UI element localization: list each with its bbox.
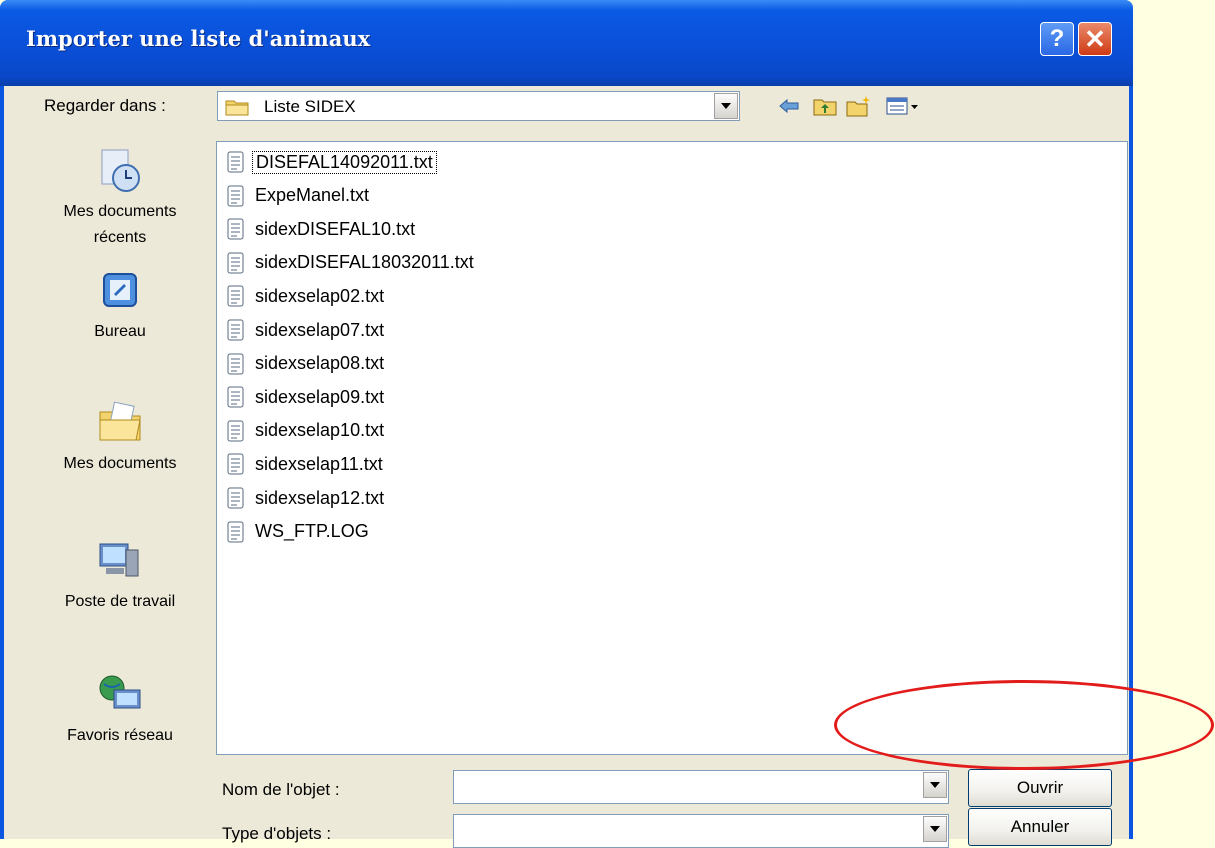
dialog-window: Importer une liste d'animaux ? ✕ Regarde… xyxy=(0,0,1133,848)
lookin-label: Regarder dans : xyxy=(44,96,166,115)
file-item[interactable]: sidexselap11.txt xyxy=(227,448,386,480)
new-folder-icon[interactable] xyxy=(846,94,872,118)
text-file-icon xyxy=(227,521,244,543)
text-file-icon xyxy=(227,487,244,509)
place-desktop[interactable]: Bureau xyxy=(40,266,200,345)
open-button[interactable]: Ouvrir xyxy=(968,769,1112,807)
place-my-computer[interactable]: Poste de travail xyxy=(40,536,200,615)
file-name: DISEFAL14092011.txt xyxy=(252,150,437,174)
lookin-value: Liste SIDEX xyxy=(264,97,356,116)
file-list[interactable]: DISEFAL14092011.txt ExpeManel.txt sidexDIS… xyxy=(216,141,1128,755)
text-file-icon xyxy=(227,285,244,307)
text-file-icon xyxy=(227,453,244,475)
place-label: Favoris réseau xyxy=(67,727,173,744)
file-item[interactable]: ExpeManel.txt xyxy=(227,180,372,212)
my-documents-icon xyxy=(99,401,141,441)
file-name: sidexselap10.txt xyxy=(255,420,385,441)
file-item[interactable]: sidexselap08.txt xyxy=(227,348,387,380)
filename-dropdown-button[interactable] xyxy=(923,772,947,798)
network-places-icon xyxy=(99,675,141,709)
filetype-field[interactable] xyxy=(453,814,949,848)
places-bar: Mes documents récents Bureau Mes documen… xyxy=(40,136,200,836)
file-name: sidexDISEFAL18032011.txt xyxy=(255,252,474,273)
filetype-select[interactable] xyxy=(458,819,922,845)
file-item[interactable]: sidexDISEFAL10.txt xyxy=(227,213,418,245)
place-label: Bureau xyxy=(94,323,146,340)
filetype-label: Type d'objets : xyxy=(222,824,332,843)
file-item[interactable]: WS_FTP.LOG xyxy=(227,516,372,548)
filetype-dropdown-button[interactable] xyxy=(923,816,947,842)
close-button[interactable]: ✕ xyxy=(1078,22,1112,56)
text-file-icon xyxy=(227,319,244,341)
text-file-icon xyxy=(227,353,244,375)
filename-input[interactable] xyxy=(458,775,922,801)
cancel-button[interactable]: Annuler xyxy=(968,808,1112,846)
file-item[interactable]: sidexselap07.txt xyxy=(227,314,387,346)
text-file-icon xyxy=(227,420,244,442)
text-file-icon xyxy=(227,218,244,240)
filename-field[interactable] xyxy=(453,770,949,804)
text-file-icon xyxy=(227,252,244,274)
lookin-combo[interactable]: Liste SIDEX xyxy=(217,91,740,121)
file-name: sidexselap09.txt xyxy=(255,386,385,407)
file-item[interactable]: sidexselap12.txt xyxy=(227,482,387,514)
dialog-title: Importer une liste d'animaux xyxy=(26,26,371,51)
dialog-body: Regarder dans : Liste SIDEX Mes document… xyxy=(4,86,1129,848)
place-network[interactable]: Favoris réseau xyxy=(40,670,200,749)
file-item[interactable]: DISEFAL14092011.txt xyxy=(227,146,437,178)
file-name: WS_FTP.LOG xyxy=(255,521,369,542)
text-file-icon xyxy=(227,185,244,207)
desktop-icon xyxy=(103,273,137,307)
text-file-icon xyxy=(227,151,244,173)
file-item[interactable]: sidexselap10.txt xyxy=(227,415,387,447)
place-label: Mes documents récents xyxy=(63,203,177,246)
file-name: sidexDISEFAL10.txt xyxy=(255,218,416,239)
lookin-dropdown-button[interactable] xyxy=(714,93,738,119)
folder-icon xyxy=(225,100,249,116)
file-item[interactable]: sidexDISEFAL18032011.txt xyxy=(227,247,477,279)
recent-documents-icon xyxy=(101,149,140,192)
back-arrow-icon[interactable] xyxy=(776,94,802,118)
place-my-documents[interactable]: Mes documents xyxy=(40,398,200,477)
my-computer-icon xyxy=(99,543,139,577)
view-menu-icon[interactable] xyxy=(884,94,924,118)
file-item[interactable]: sidexselap09.txt xyxy=(227,381,387,413)
help-button[interactable]: ? xyxy=(1040,22,1074,56)
filename-label: Nom de l'objet : xyxy=(222,780,340,799)
place-label: Poste de travail xyxy=(64,593,176,610)
place-label: Mes documents xyxy=(63,455,177,472)
place-recent-documents[interactable]: Mes documents récents xyxy=(40,146,200,251)
title-bar[interactable]: Importer une liste d'animaux ? ✕ xyxy=(0,0,1133,86)
file-item[interactable]: sidexselap02.txt xyxy=(227,280,387,312)
text-file-icon xyxy=(227,386,244,408)
file-name: ExpeManel.txt xyxy=(255,185,370,206)
file-name: sidexselap02.txt xyxy=(255,285,385,306)
file-name: sidexselap08.txt xyxy=(255,353,385,374)
file-name: sidexselap11.txt xyxy=(255,453,383,474)
up-folder-icon[interactable] xyxy=(812,94,838,118)
file-name: sidexselap07.txt xyxy=(255,319,385,340)
file-name: sidexselap12.txt xyxy=(255,487,385,508)
